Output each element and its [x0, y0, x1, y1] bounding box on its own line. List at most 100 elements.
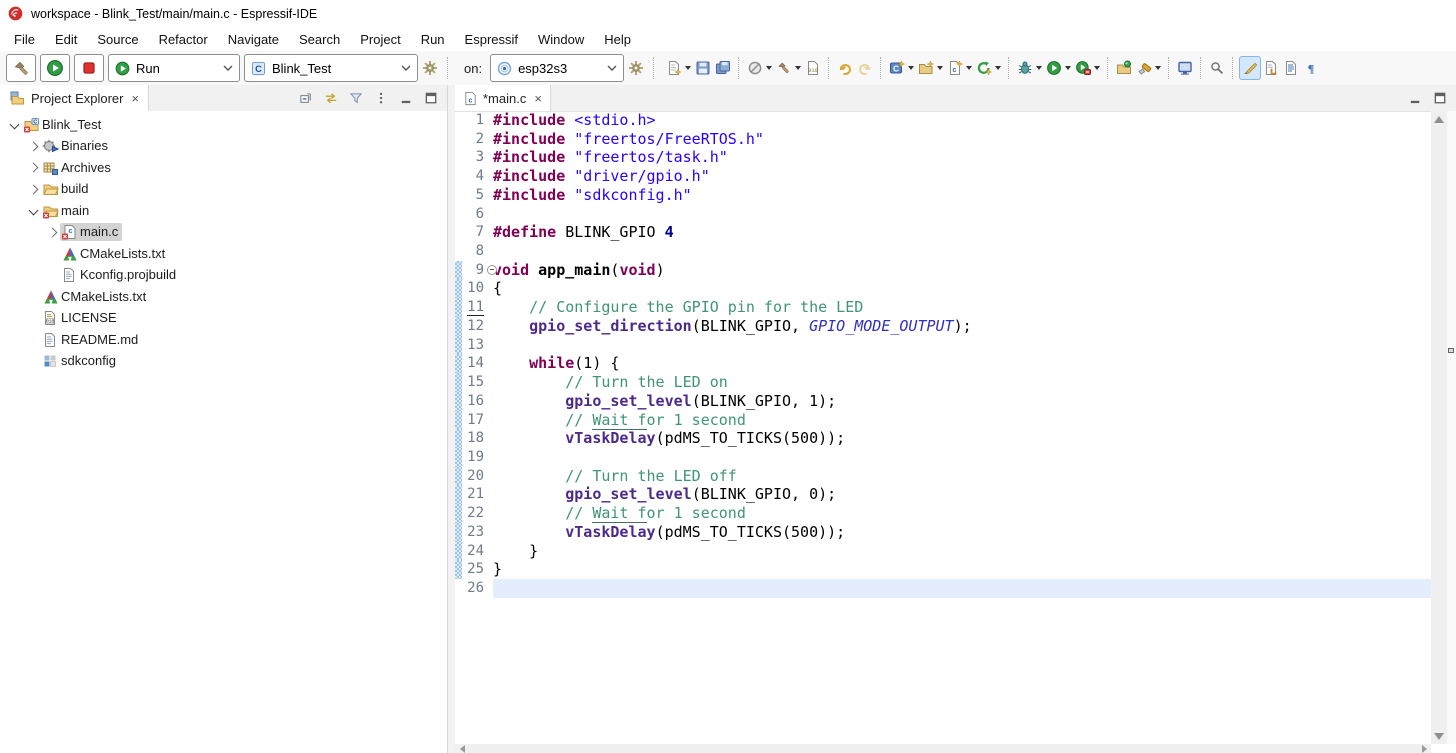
- code-line-2[interactable]: 2#include "freertos/FreeRTOS.h": [455, 130, 1431, 149]
- expanded-chevron-icon[interactable]: [6, 121, 22, 128]
- line-number[interactable]: 10: [455, 279, 493, 298]
- code-line-3[interactable]: 3#include "freertos/task.h": [455, 148, 1431, 167]
- line-number[interactable]: 25: [455, 560, 493, 579]
- build-dropdown-arrow-icon[interactable]: [795, 66, 801, 70]
- maximize-icon[interactable]: [423, 90, 439, 106]
- stop-button[interactable]: [74, 54, 104, 82]
- code-text[interactable]: // Turn the LED off: [493, 467, 1431, 486]
- code-line-20[interactable]: 20 // Turn the LED off: [455, 467, 1431, 486]
- linked-doc-icon[interactable]: [1261, 57, 1281, 79]
- tab-project-explorer[interactable]: Project Explorer ×: [0, 85, 149, 111]
- line-number[interactable]: 24: [455, 542, 493, 561]
- close-icon[interactable]: ×: [131, 91, 139, 106]
- code-text[interactable]: #include "freertos/FreeRTOS.h": [493, 130, 1431, 149]
- code-line-1[interactable]: 1#include <stdio.h>: [455, 111, 1431, 130]
- debug-dropdown-arrow-icon[interactable]: [1036, 66, 1042, 70]
- line-number[interactable]: 6: [455, 205, 493, 224]
- save-all-icon[interactable]: [713, 57, 733, 79]
- undo-icon[interactable]: [835, 57, 855, 79]
- menu-project[interactable]: Project: [350, 29, 410, 50]
- line-number[interactable]: 15: [455, 373, 493, 392]
- run-icon[interactable]: [1044, 57, 1064, 79]
- line-number[interactable]: 12: [455, 317, 493, 336]
- tree-item-archives[interactable]: Archives: [0, 157, 447, 179]
- collapse-all-icon[interactable]: [298, 90, 314, 106]
- minimize-icon[interactable]: [398, 90, 414, 106]
- expanded-chevron-icon[interactable]: [25, 207, 41, 214]
- tree-item-main[interactable]: main: [0, 200, 447, 222]
- line-number[interactable]: 18: [455, 429, 493, 448]
- new-source-folder-dropdown-arrow-icon[interactable]: [937, 66, 943, 70]
- line-number[interactable]: 23: [455, 523, 493, 542]
- code-text[interactable]: #include <stdio.h>: [493, 111, 1431, 130]
- code-line-6[interactable]: 6: [455, 205, 1431, 224]
- line-number[interactable]: 26: [455, 579, 493, 598]
- code-text[interactable]: [493, 579, 1431, 598]
- tree-item-cmakelists-txt[interactable]: CMakeLists.txt: [0, 243, 447, 265]
- menu-refactor[interactable]: Refactor: [149, 29, 218, 50]
- restart-launch-icon[interactable]: [974, 57, 994, 79]
- code-text[interactable]: #define BLINK_GPIO 4: [493, 223, 1431, 242]
- code-text[interactable]: // Turn the LED on: [493, 373, 1431, 392]
- code-line-14[interactable]: 14 while(1) {: [455, 354, 1431, 373]
- code-text[interactable]: }: [493, 560, 1431, 579]
- link-with-editor-icon[interactable]: [323, 90, 339, 106]
- vertical-scrollbar[interactable]: [1431, 111, 1447, 744]
- new-c-file-dropdown-arrow-icon[interactable]: [966, 66, 972, 70]
- target-gear-icon[interactable]: [628, 60, 644, 76]
- skip-breakpoints-icon[interactable]: [745, 57, 765, 79]
- new-wizard-dropdown-arrow-icon[interactable]: [685, 66, 691, 70]
- search-flashlight-dropdown-arrow-icon[interactable]: [1155, 66, 1161, 70]
- code-text[interactable]: vTaskDelay(pdMS_TO_TICKS(500));: [493, 523, 1431, 542]
- line-number[interactable]: 4: [455, 167, 493, 186]
- code-text[interactable]: vTaskDelay(pdMS_TO_TICKS(500));: [493, 429, 1431, 448]
- new-c-file-icon[interactable]: c: [945, 57, 965, 79]
- code-text[interactable]: // Wait for 1 second: [493, 504, 1431, 523]
- tree-item-license[interactable]: 010LICENSE: [0, 308, 447, 330]
- tree-item-kconfig-projbuild[interactable]: Kconfig.projbuild: [0, 265, 447, 287]
- maximize-icon[interactable]: [1432, 90, 1448, 106]
- open-console-icon[interactable]: [1175, 57, 1195, 79]
- code-text[interactable]: while(1) {: [493, 354, 1431, 373]
- code-line-25[interactable]: 25}: [455, 560, 1431, 579]
- tab-main-c[interactable]: c *main.c ×: [455, 85, 551, 111]
- line-number[interactable]: 20: [455, 467, 493, 486]
- collapsed-chevron-icon[interactable]: [25, 143, 41, 150]
- code-line-11[interactable]: 11 // Configure the GPIO pin for the LED: [455, 298, 1431, 317]
- code-editor[interactable]: 1#include <stdio.h>2#include "freertos/F…: [455, 111, 1431, 744]
- tree-item-binaries[interactable]: Binaries: [0, 136, 447, 158]
- code-text[interactable]: void app_main(void): [493, 261, 1431, 280]
- code-text[interactable]: [493, 242, 1431, 261]
- code-text[interactable]: #include "sdkconfig.h": [493, 186, 1431, 205]
- profile-dropdown-arrow-icon[interactable]: [1094, 66, 1100, 70]
- tree-item-main-c[interactable]: cmain.c: [0, 222, 447, 244]
- filter-icon[interactable]: [348, 90, 364, 106]
- close-icon[interactable]: ×: [534, 91, 542, 106]
- search-flashlight-icon[interactable]: [1134, 57, 1154, 79]
- tree-item-cmakelists-txt[interactable]: CMakeLists.txt: [0, 286, 447, 308]
- code-line-19[interactable]: 19: [455, 448, 1431, 467]
- collapsed-chevron-icon[interactable]: [25, 164, 41, 171]
- line-number[interactable]: 8: [455, 242, 493, 261]
- horizontal-scrollbar[interactable]: [455, 744, 1431, 753]
- minimize-icon[interactable]: [1407, 90, 1423, 106]
- build-icon[interactable]: [774, 57, 794, 79]
- menu-espressif[interactable]: Espressif: [455, 29, 528, 50]
- redo-icon[interactable]: [855, 57, 875, 79]
- code-line-12[interactable]: 12 gpio_set_direction(BLINK_GPIO, GPIO_M…: [455, 317, 1431, 336]
- menu-run[interactable]: Run: [411, 29, 455, 50]
- menu-help[interactable]: Help: [594, 29, 641, 50]
- code-text[interactable]: gpio_set_direction(BLINK_GPIO, GPIO_MODE…: [493, 317, 1431, 336]
- scroll-left-arrow-icon[interactable]: [457, 744, 467, 753]
- toggle-highlight-icon[interactable]: [1239, 56, 1261, 80]
- code-text[interactable]: {: [493, 279, 1431, 298]
- code-line-15[interactable]: 15 // Turn the LED on: [455, 373, 1431, 392]
- tree-item-sdkconfig[interactable]: sdkconfig: [0, 351, 447, 373]
- menu-window[interactable]: Window: [528, 29, 594, 50]
- line-number[interactable]: 7: [455, 223, 493, 242]
- pin-editor-icon[interactable]: [1207, 57, 1227, 79]
- menu-file[interactable]: File: [4, 29, 45, 50]
- code-line-7[interactable]: 7#define BLINK_GPIO 4: [455, 223, 1431, 242]
- code-text[interactable]: [493, 205, 1431, 224]
- code-text[interactable]: // Wait for 1 second: [493, 411, 1431, 430]
